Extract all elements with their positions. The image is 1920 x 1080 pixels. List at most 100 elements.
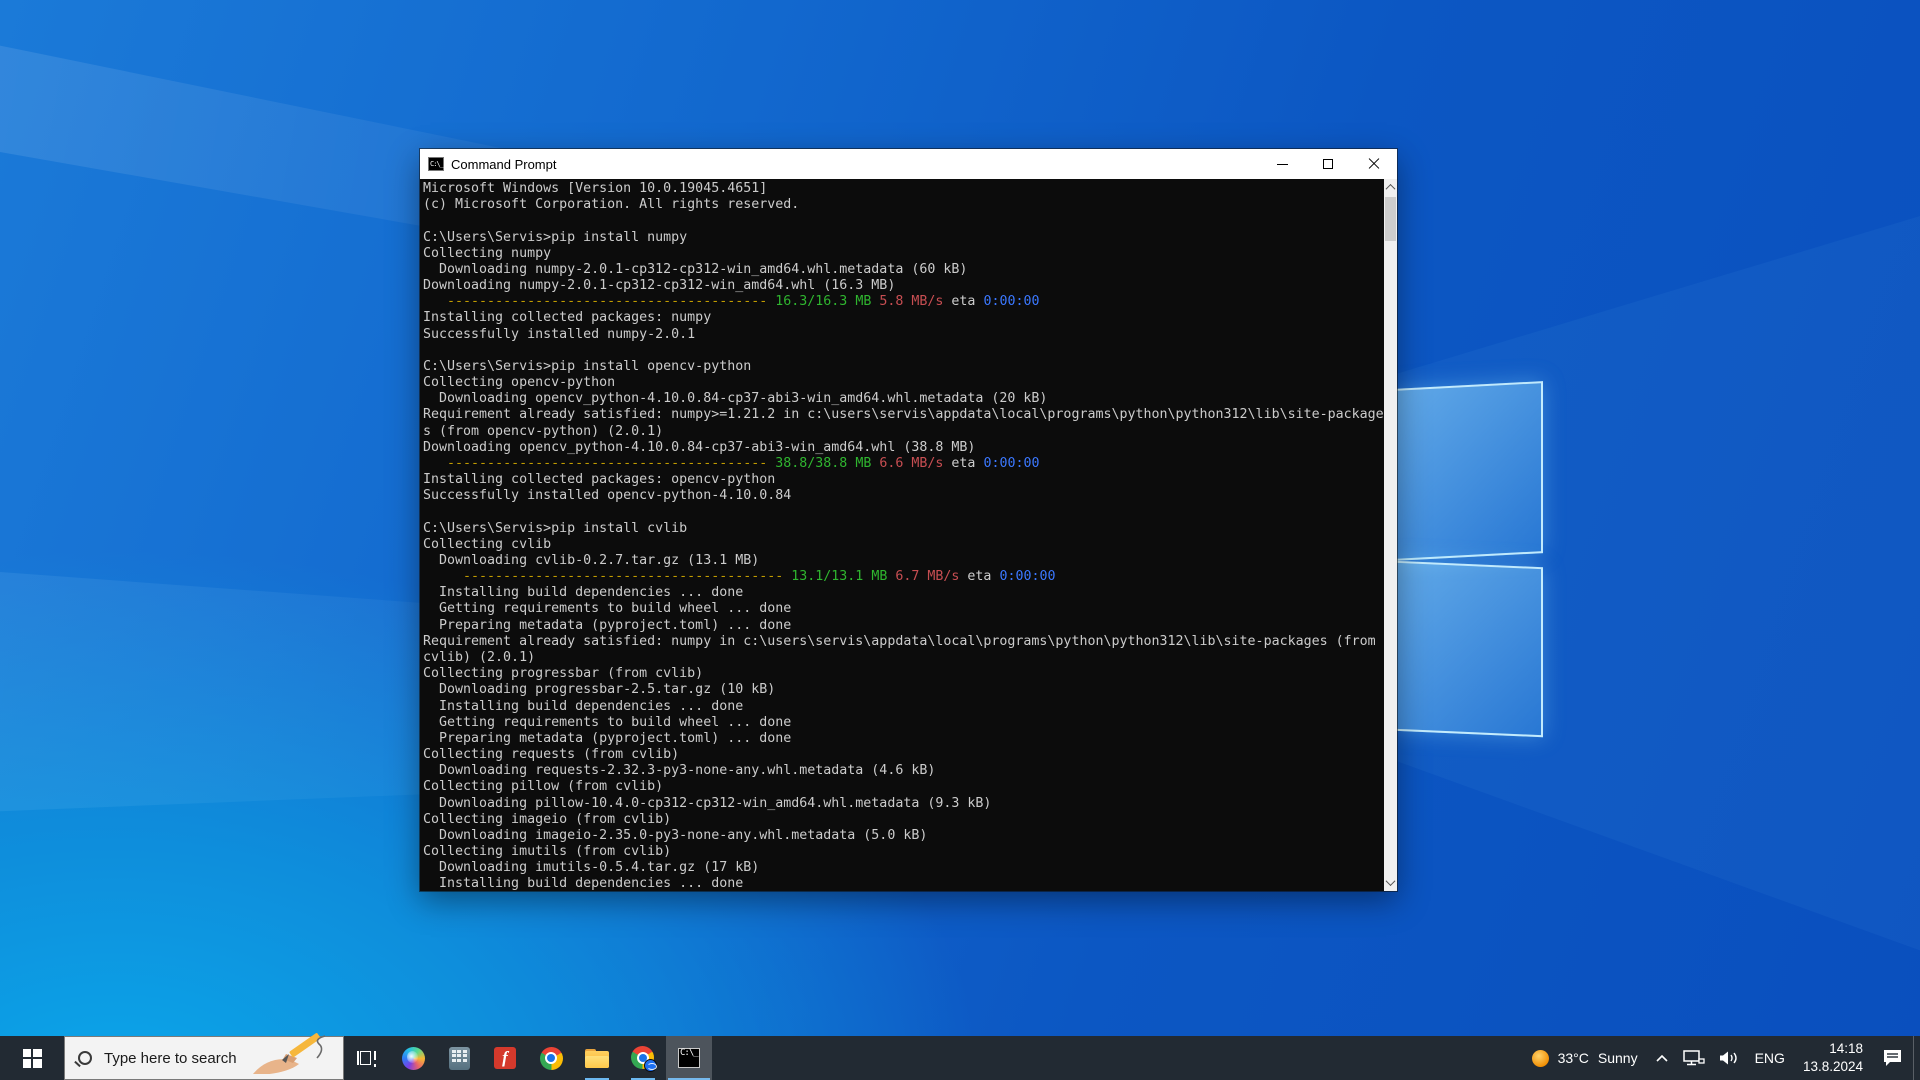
console-line: Installing collected packages: opencv-py… xyxy=(423,472,776,488)
console-lines: Microsoft Windows [Version 10.0.19045.46… xyxy=(420,179,1397,891)
clock-time: 14:18 xyxy=(1829,1041,1863,1057)
console-line: ----------------------------------------… xyxy=(447,294,1040,310)
scrollbar-thumb[interactable] xyxy=(1385,197,1396,241)
taskbar-app-buttons: f C:\_ xyxy=(344,1036,712,1080)
chrome-icon xyxy=(539,1046,563,1070)
calculator-button[interactable] xyxy=(436,1036,482,1080)
console-line: Downloading opencv_python-4.10.0.84-cp37… xyxy=(423,439,976,455)
windows-start-icon xyxy=(22,1048,42,1068)
console-line: Downloading pillow-10.4.0-cp312-cp312-wi… xyxy=(423,795,992,811)
maximize-button[interactable] xyxy=(1305,149,1351,179)
start-button[interactable] xyxy=(0,1036,64,1080)
command-prompt-taskbar-button[interactable]: C:\_ xyxy=(666,1036,712,1080)
globe-badge-icon xyxy=(644,1059,657,1072)
console-line: ----------------------------------------… xyxy=(463,569,1056,585)
console-line: Downloading progressbar-2.5.tar.gz (10 k… xyxy=(423,682,776,698)
speaker-icon xyxy=(1719,1051,1737,1065)
search-placeholder: Type here to search xyxy=(104,1049,237,1067)
console-line: Successfully installed numpy-2.0.1 xyxy=(423,326,696,342)
console-line: Downloading opencv_python-4.10.0.84-cp37… xyxy=(423,391,1048,407)
search-icon xyxy=(78,1051,92,1065)
copilot-button[interactable] xyxy=(390,1036,436,1080)
clock-date: 13.8.2024 xyxy=(1802,1059,1863,1074)
taskbar-search[interactable]: Type here to search xyxy=(64,1033,344,1080)
console-output[interactable]: Microsoft Windows [Version 10.0.19045.46… xyxy=(420,179,1397,891)
show-desktop-button[interactable] xyxy=(1913,1036,1920,1080)
console-line: cvlib) (2.0.1) xyxy=(423,649,536,665)
console-line: C:\Users\Servis>pip install cvlib xyxy=(423,520,688,536)
volume-button[interactable] xyxy=(1712,1036,1746,1080)
window-controls xyxy=(1259,149,1397,179)
task-view-icon xyxy=(357,1049,377,1067)
command-prompt-icon: C:\_ xyxy=(678,1048,700,1068)
windows-logo-pane xyxy=(1394,560,1543,738)
close-button[interactable] xyxy=(1351,149,1397,179)
close-icon xyxy=(1368,158,1380,170)
scroll-up-button[interactable] xyxy=(1384,180,1397,195)
console-line: Downloading imageio-2.35.0-py3-none-any.… xyxy=(423,827,928,843)
console-line: Downloading requests-2.32.3-py3-none-any… xyxy=(423,763,936,779)
console-line: Preparing metadata (pyproject.toml) ... … xyxy=(423,730,792,746)
console-scrollbar[interactable] xyxy=(1384,179,1397,891)
console-line: Getting requirements to build wheel ... … xyxy=(423,714,792,730)
console-line: Collecting cvlib xyxy=(423,536,552,552)
window-titlebar[interactable]: C:\_ Command Prompt xyxy=(420,149,1397,179)
chrome-button[interactable] xyxy=(528,1036,574,1080)
console-line: Installing build dependencies ... done xyxy=(423,585,744,601)
console-line: Successfully installed opencv-python-4.1… xyxy=(423,488,792,504)
weather-temp: 33°C xyxy=(1557,1050,1589,1066)
maximize-icon xyxy=(1323,159,1333,169)
console-line: Downloading cvlib-0.2.7.tar.gz (13.1 MB) xyxy=(423,552,760,568)
weather-widget[interactable]: 33°C Sunny xyxy=(1522,1049,1648,1067)
action-center-button[interactable] xyxy=(1872,1036,1913,1080)
console-line: Downloading imutils-0.5.4.tar.gz (17 kB) xyxy=(423,860,760,876)
console-line: Getting requirements to build wheel ... … xyxy=(423,601,792,617)
console-line: s (from opencv-python) (2.0.1) xyxy=(423,423,664,439)
windows-logo-pane xyxy=(1394,381,1543,561)
console-line: Requirement already satisfied: numpy in … xyxy=(423,633,1376,649)
console-line: Collecting imutils (from cvlib) xyxy=(423,844,672,860)
show-hidden-icons-button[interactable] xyxy=(1648,1036,1676,1080)
network-button[interactable] xyxy=(1676,1036,1712,1080)
console-line: Collecting imageio (from cvlib) xyxy=(423,811,672,827)
sun-weather-icon xyxy=(1531,1049,1549,1067)
taskbar: Type here to search f C:\_ 33°C Sunny EN… xyxy=(0,1033,1920,1080)
clock[interactable]: 14:18 13.8.2024 xyxy=(1794,1040,1872,1075)
chevron-up-icon xyxy=(1385,183,1396,194)
console-line: Microsoft Windows [Version 10.0.19045.46… xyxy=(423,181,768,196)
task-view-button[interactable] xyxy=(344,1036,390,1080)
console-line: Collecting requests (from cvlib) xyxy=(423,747,680,763)
console-line: Installing collected packages: numpy xyxy=(423,310,712,326)
scroll-down-button[interactable] xyxy=(1384,875,1397,890)
command-prompt-window: C:\_ Command Prompt Microsoft Windows [V… xyxy=(420,149,1397,891)
network-icon xyxy=(1682,1049,1705,1065)
window-title: Command Prompt xyxy=(451,156,557,172)
chevron-down-icon xyxy=(1385,876,1396,887)
minimize-icon xyxy=(1276,163,1288,165)
console-line: Collecting opencv-python xyxy=(423,375,616,391)
minimize-button[interactable] xyxy=(1259,149,1305,179)
weather-condition: Sunny xyxy=(1597,1050,1638,1066)
console-line: Installing build dependencies ... done xyxy=(423,698,744,714)
file-explorer-icon xyxy=(585,1048,609,1068)
language-indicator[interactable]: ENG xyxy=(1746,1036,1794,1080)
red-f-app-icon: f xyxy=(494,1047,516,1069)
chrome-shortcut-button[interactable] xyxy=(620,1036,666,1080)
file-explorer-button[interactable] xyxy=(574,1036,620,1080)
chevron-up-icon xyxy=(1656,1054,1668,1062)
console-line: Downloading numpy-2.0.1-cp312-cp312-win_… xyxy=(423,278,896,294)
command-prompt-icon: C:\_ xyxy=(428,157,444,171)
red-f-app-button[interactable]: f xyxy=(482,1036,528,1080)
console-line: Collecting progressbar (from cvlib) xyxy=(423,666,704,682)
console-line: Collecting numpy xyxy=(423,245,552,261)
calculator-icon xyxy=(448,1046,470,1070)
desktop: C:\_ Command Prompt Microsoft Windows [V… xyxy=(0,0,1920,1080)
chrome-shortcut-icon xyxy=(631,1046,657,1072)
system-tray: 33°C Sunny ENG 14:18 13.8.2024 xyxy=(1522,1036,1920,1080)
console-line: C:\Users\Servis>pip install opencv-pytho… xyxy=(423,358,752,374)
console-line: Preparing metadata (pyproject.toml) ... … xyxy=(423,617,792,633)
console-line: Installing build dependencies ... done xyxy=(423,876,744,891)
